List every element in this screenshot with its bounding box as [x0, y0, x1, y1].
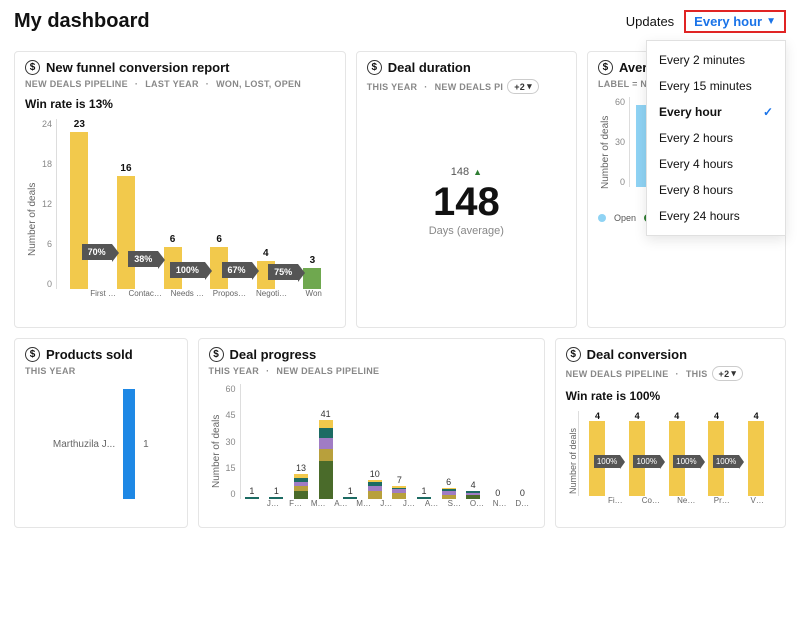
- card-subtitle: THIS YEAR NEW DEALS PI +2▾: [367, 79, 566, 94]
- conversion-badge: 100%: [170, 262, 205, 278]
- filter-more-pill[interactable]: +2▾: [507, 79, 539, 94]
- page-title: My dashboard: [14, 10, 150, 33]
- updates-label: Updates: [626, 14, 674, 29]
- product-name: Marthuzila J...: [53, 439, 115, 450]
- dropdown-item[interactable]: Every 4 hours: [647, 151, 785, 177]
- card-deal-progress: $ Deal progress THIS YEAR NEW DEALS PIPE…: [198, 338, 545, 528]
- bar-column: 0: [511, 488, 534, 499]
- legend-dot-open: [598, 214, 606, 222]
- bar-column: 13: [290, 463, 313, 499]
- card-title: Deal duration: [388, 60, 471, 75]
- bar-column: 4: [737, 411, 775, 496]
- product-value: 1: [143, 439, 149, 450]
- duration-value: 148: [367, 180, 566, 225]
- conversion-badge: 67%: [222, 262, 252, 278]
- bar-column: 1638%: [104, 119, 149, 289]
- chevron-down-icon: ▾: [731, 368, 736, 379]
- win-rate-text: Win rate is 100%: [566, 389, 775, 403]
- bar-column: 41: [314, 409, 337, 499]
- y-axis-label: Number of deals: [598, 97, 611, 207]
- bar-column: 4: [462, 480, 485, 499]
- dollar-icon: $: [25, 60, 40, 75]
- duration-trend: 148 ▲: [451, 166, 482, 178]
- bar-column: 1: [413, 486, 436, 499]
- dropdown-item[interactable]: Every 8 hours: [647, 177, 785, 203]
- card-funnel-conversion: $ New funnel conversion report NEW DEALS…: [14, 51, 346, 328]
- conversion-badge: 100%: [594, 455, 620, 468]
- dropdown-item[interactable]: Every 2 minutes: [647, 47, 785, 73]
- dollar-icon: $: [25, 347, 40, 362]
- progress-chart: Number of deals 604530150 11134111071640…: [209, 384, 534, 519]
- dropdown-item[interactable]: Every 15 minutes: [647, 73, 785, 99]
- bar-column: 4100%: [698, 411, 736, 496]
- legend-label-open: Open: [614, 213, 636, 223]
- dollar-icon: $: [209, 347, 224, 362]
- card-title: Deal conversion: [587, 347, 687, 362]
- win-rate-text: Win rate is 13%: [25, 97, 335, 111]
- bar-column: 4100%: [618, 411, 656, 496]
- card-deal-duration: $ Deal duration THIS YEAR NEW DEALS PI +…: [356, 51, 577, 328]
- conversion-badge: 100%: [713, 455, 739, 468]
- updates-frequency-button[interactable]: Every hour ▼: [684, 10, 786, 33]
- bar-column: 2370%: [57, 119, 102, 289]
- product-bar: [123, 389, 135, 499]
- bar-column: 1: [339, 486, 362, 499]
- card-deal-conversion: $ Deal conversion NEW DEALS PIPELINE THI…: [555, 338, 786, 528]
- updates-dropdown[interactable]: Every 2 minutesEvery 15 minutesEvery hou…: [646, 40, 786, 236]
- card-title: Products sold: [46, 347, 133, 362]
- dollar-icon: $: [566, 347, 581, 362]
- card-subtitle: NEW DEALS PIPELINE LAST YEAR WON, LOST, …: [25, 79, 335, 89]
- card-products-sold: $ Products sold THIS YEAR Marthuzila J..…: [14, 338, 188, 528]
- bar-column: 4100%: [658, 411, 696, 496]
- duration-unit: Days (average): [367, 225, 566, 237]
- card-subtitle: THIS YEAR NEW DEALS PIPELINE: [209, 366, 534, 376]
- dropdown-item[interactable]: Every 2 hours: [647, 125, 785, 151]
- conversion-badge: 38%: [128, 251, 158, 267]
- dropdown-item[interactable]: Every 24 hours: [647, 203, 785, 229]
- chevron-down-icon: ▾: [527, 81, 532, 92]
- products-chart: Marthuzila J... 1: [25, 384, 177, 504]
- card-title: New funnel conversion report: [46, 60, 229, 75]
- bar-column: 1: [265, 486, 288, 499]
- y-axis-label: Number of deals: [566, 411, 578, 511]
- card-title: Deal progress: [230, 347, 317, 362]
- conversion-chart: Number of deals 4100%4100%4100%4100%4 Fi…: [566, 411, 775, 511]
- y-axis-label: Number of deals: [25, 119, 38, 319]
- bar-column: 4100%: [579, 411, 617, 496]
- conversion-badge: 100%: [633, 455, 659, 468]
- dropdown-item[interactable]: Every hour✓: [647, 99, 785, 125]
- check-icon: ✓: [763, 105, 773, 119]
- conversion-badge: 100%: [673, 455, 699, 468]
- bar-column: 7: [388, 475, 411, 499]
- bar-column: 0: [486, 488, 509, 499]
- funnel-chart: Number of deals 24181260 2370%1638%6100%…: [25, 119, 335, 319]
- card-subtitle: NEW DEALS PIPELINE THIS +2▾: [566, 366, 775, 381]
- bar-column: 10: [364, 469, 387, 499]
- conversion-badge: 70%: [82, 244, 112, 260]
- dollar-icon: $: [598, 60, 613, 75]
- conversion-badge: 75%: [268, 264, 298, 280]
- bar-column: 6: [437, 477, 460, 499]
- y-axis-label: Number of deals: [209, 384, 222, 519]
- updates-selected-text: Every hour: [694, 14, 762, 29]
- caret-down-icon: ▼: [766, 16, 776, 27]
- bar-column: 1: [241, 486, 264, 499]
- card-subtitle: THIS YEAR: [25, 366, 177, 376]
- filter-more-pill[interactable]: +2▾: [712, 366, 744, 381]
- up-arrow-icon: ▲: [473, 167, 482, 177]
- dollar-icon: $: [367, 60, 382, 75]
